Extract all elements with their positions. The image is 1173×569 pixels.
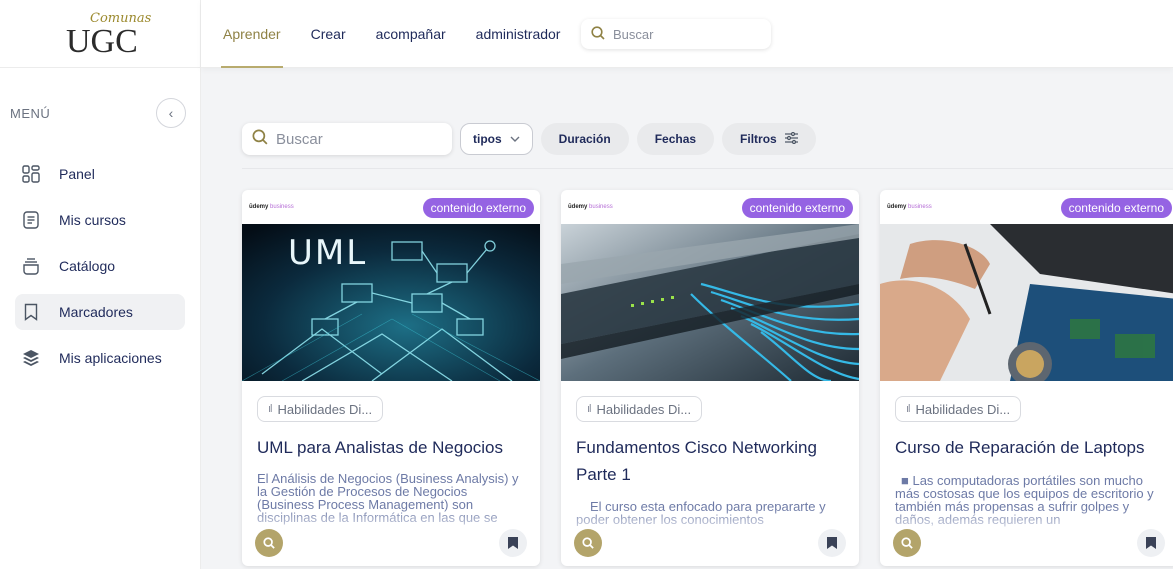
preview-button[interactable] (893, 529, 921, 557)
sidebar-item-marcadores[interactable]: Marcadores (15, 294, 185, 330)
card-header: ūdemy business contenido externo (242, 190, 540, 224)
sidebar: Comunas UGC MENÚ ‹ Panel Mis cursos Catá… (0, 0, 201, 569)
course-card[interactable]: ūdemy business contenido externo (561, 190, 859, 566)
preview-button[interactable] (255, 529, 283, 557)
bookmark-button[interactable] (1137, 529, 1165, 557)
catalog-tray-icon (21, 256, 41, 276)
tab-administrador[interactable]: administrador (476, 0, 561, 68)
logo[interactable]: Comunas UGC (0, 0, 200, 68)
search-icon (591, 25, 605, 43)
chevron-left-icon: ‹ (168, 105, 174, 121)
chevron-down-icon (510, 134, 520, 145)
tab-aprender[interactable]: Aprender (221, 0, 283, 68)
top-navigation-bar: Aprender Crear acompañar administrador B… (201, 0, 1173, 68)
course-title[interactable]: UML para Analistas de Negocios (257, 434, 532, 461)
course-card[interactable]: ūdemy business contenido externo (242, 190, 540, 566)
top-search-input[interactable]: Buscar (581, 19, 771, 49)
filter-bar: Buscar tipos Duración Fechas Filtros (242, 122, 824, 156)
bookmark-icon (1146, 537, 1156, 549)
sidebar-item-label: Mis aplicaciones (59, 350, 162, 366)
filter-divider (242, 168, 1173, 169)
skill-chip-label: Habilidades Di... (915, 401, 1011, 417)
collapse-sidebar-button[interactable]: ‹ (156, 98, 186, 128)
dashboard-grid-icon (21, 164, 41, 184)
sidebar-nav: Panel Mis cursos Catálogo Marcadores Mis… (0, 156, 200, 376)
course-thumbnail[interactable] (880, 224, 1173, 381)
course-title[interactable]: Fundamentos Cisco Networking Parte 1 (576, 434, 851, 488)
skill-chip[interactable]: ıl Habilidades Di... (257, 396, 384, 422)
thumbnail-uml-text: UML (288, 233, 367, 273)
course-thumbnail[interactable]: UML (242, 224, 540, 381)
sidebar-item-catalogo[interactable]: Catálogo (15, 248, 185, 284)
bookmark-button[interactable] (818, 529, 846, 557)
main-tabs: Aprender Crear acompañar administrador (221, 0, 590, 68)
sidebar-item-label: Catálogo (59, 258, 116, 274)
udemy-business-logo: ūdemy business (568, 204, 613, 210)
type-dropdown[interactable]: tipos (460, 123, 533, 155)
document-icon (21, 210, 41, 230)
sidebar-item-mis-cursos[interactable]: Mis cursos (15, 202, 185, 238)
course-thumbnail[interactable] (561, 224, 859, 381)
bookmark-icon (508, 537, 518, 549)
filters-button-label: Filtros (740, 132, 777, 146)
skill-chip[interactable]: ıl Habilidades Di... (576, 396, 703, 422)
sliders-icon (784, 131, 798, 147)
sidebar-item-mis-aplicaciones[interactable]: Mis aplicaciones (15, 340, 185, 376)
card-header: ūdemy business contenido externo (561, 190, 859, 224)
search-icon (252, 129, 268, 150)
level-bars-icon: ıl (268, 403, 272, 415)
skill-chip-label: Habilidades Di... (277, 401, 373, 417)
bookmark-icon (827, 537, 837, 549)
menu-header: MENÚ ‹ (0, 98, 200, 128)
top-search-placeholder: Buscar (613, 26, 654, 42)
description-fade (242, 508, 540, 538)
external-content-badge: contenido externo (422, 198, 534, 218)
udemy-business-logo: ūdemy business (249, 204, 294, 210)
bookmark-button[interactable] (499, 529, 527, 557)
filters-button[interactable]: Filtros (722, 123, 816, 155)
course-card[interactable]: ūdemy business contenido externo ıl Habi… (880, 190, 1173, 566)
sidebar-item-panel[interactable]: Panel (15, 156, 185, 192)
skill-chip[interactable]: ıl Habilidades Di... (895, 396, 1022, 422)
card-header: ūdemy business contenido externo (880, 190, 1173, 224)
external-content-badge: contenido externo (741, 198, 853, 218)
level-bars-icon: ıl (587, 403, 591, 415)
logo-text: UGC (66, 22, 138, 60)
preview-button[interactable] (574, 529, 602, 557)
course-title[interactable]: Curso de Reparación de Laptops (895, 434, 1170, 461)
description-fade (561, 508, 859, 538)
duration-filter-button[interactable]: Duración (540, 123, 629, 155)
type-dropdown-label: tipos (473, 132, 502, 146)
sidebar-item-label: Panel (59, 166, 95, 182)
external-content-badge: contenido externo (1060, 198, 1172, 218)
level-bars-icon: ıl (906, 403, 910, 415)
catalog-search-placeholder: Buscar (276, 130, 323, 148)
sidebar-item-label: Marcadores (59, 304, 133, 320)
catalog-search-input[interactable]: Buscar (242, 123, 452, 155)
bookmark-icon (21, 302, 41, 322)
udemy-business-logo: ūdemy business (887, 204, 932, 210)
dates-filter-button[interactable]: Fechas (636, 123, 715, 155)
description-fade (880, 508, 1173, 538)
skill-chip-label: Habilidades Di... (596, 401, 692, 417)
menu-label: MENÚ (10, 105, 51, 121)
tab-acompanar[interactable]: acompañar (376, 0, 446, 68)
sidebar-item-label: Mis cursos (59, 212, 126, 228)
logo-mark: Comunas UGC (60, 9, 151, 60)
tab-crear[interactable]: Crear (311, 0, 346, 68)
layers-icon (21, 348, 41, 368)
